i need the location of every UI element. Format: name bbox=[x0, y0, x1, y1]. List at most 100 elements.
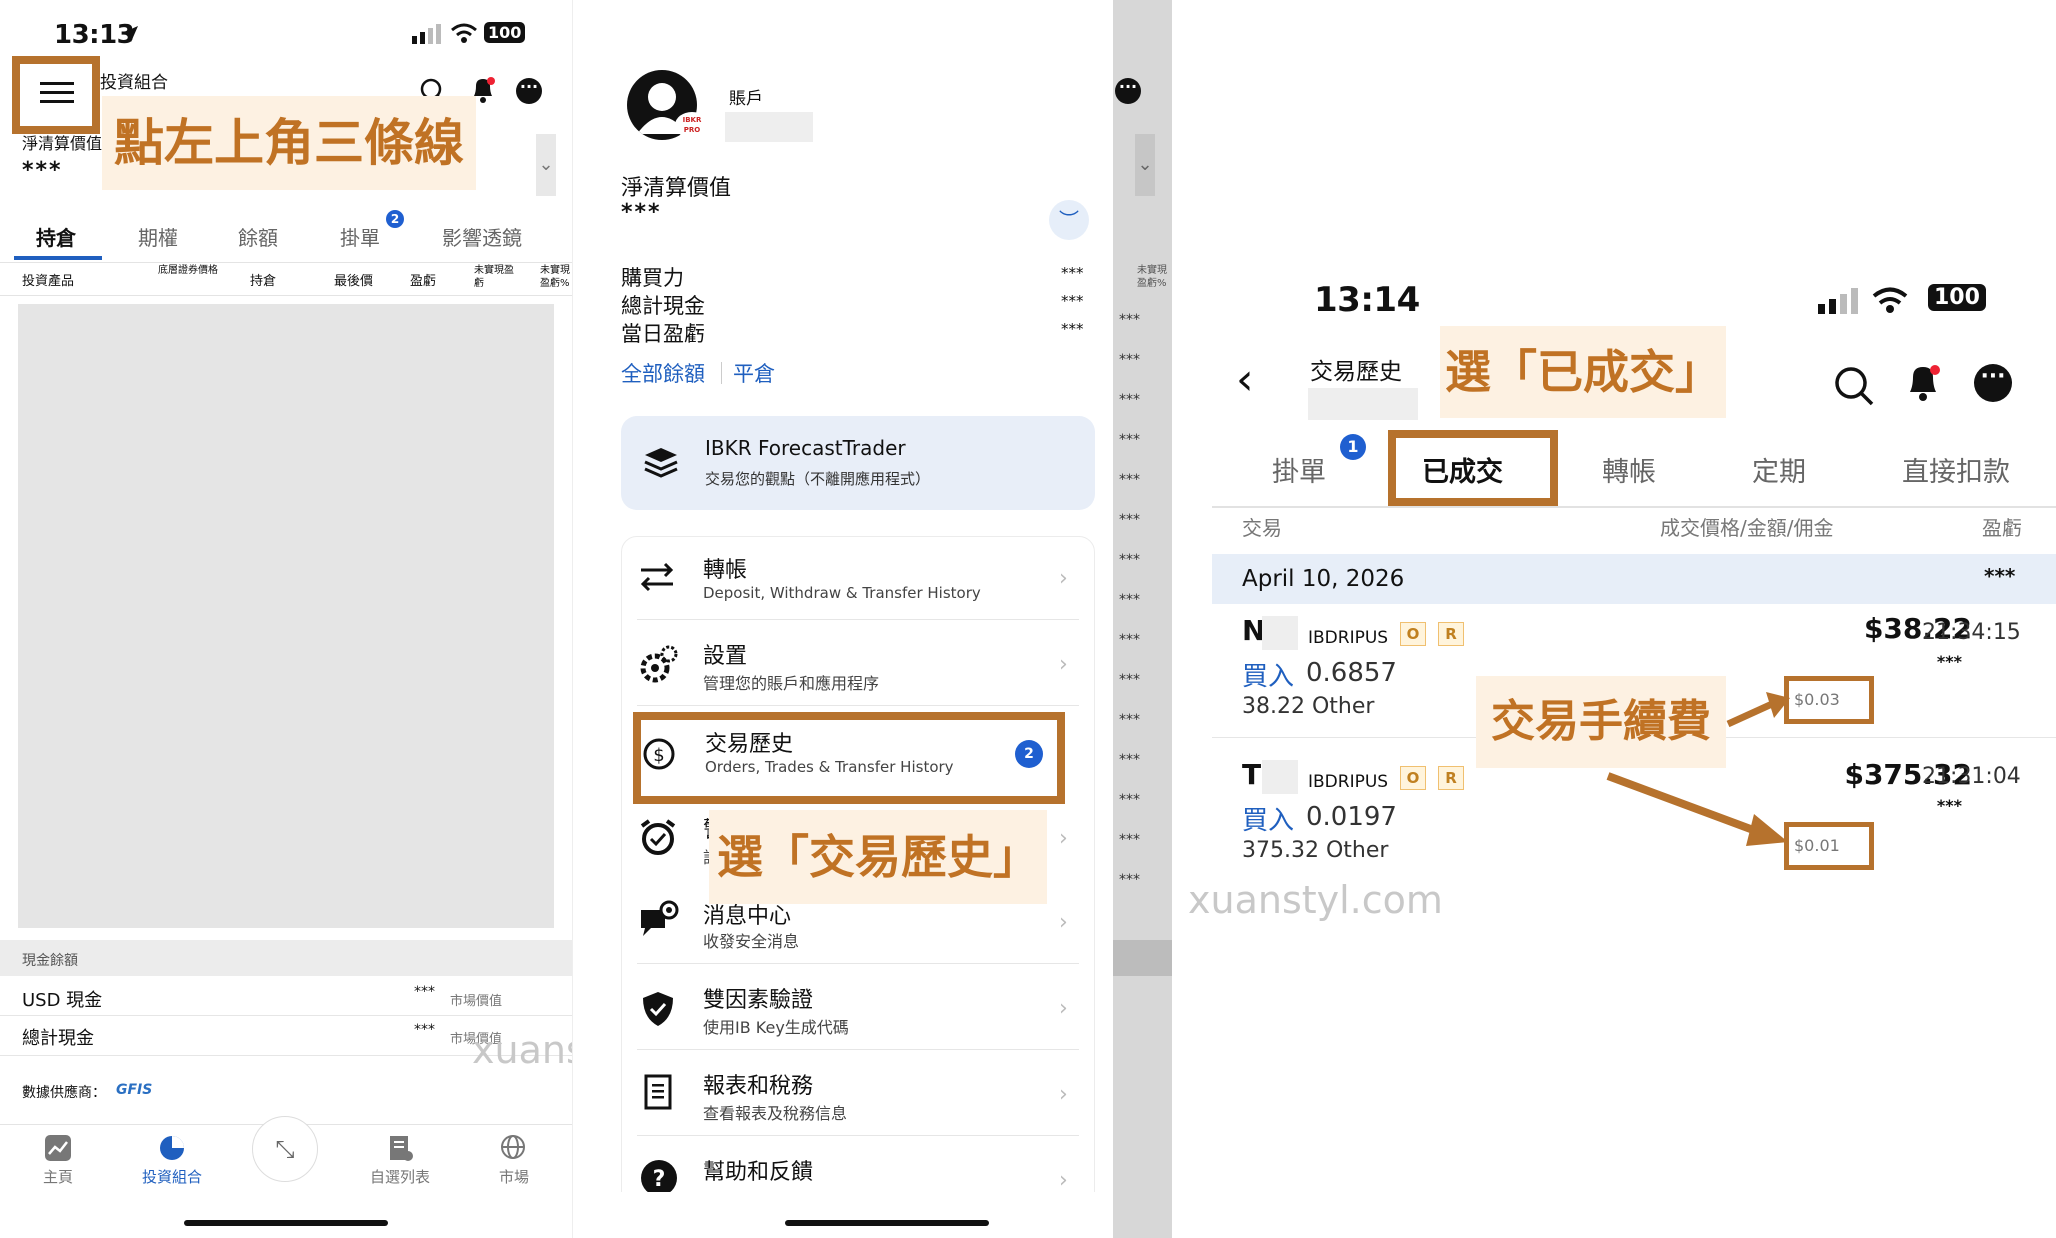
menu-item-subtitle: 管理您的賬戶和應用程序 bbox=[703, 674, 880, 693]
panel-portfolio: 13:13 100 投資組合 ··· 淨清算價值 *** ⌄ 點左上角三條線 持… bbox=[0, 0, 727, 1238]
shield-icon bbox=[643, 992, 673, 1026]
col-position[interactable]: 持倉 bbox=[250, 270, 276, 289]
col-last[interactable]: 最後價 bbox=[334, 270, 373, 289]
nav-label: 主頁 bbox=[42, 1168, 73, 1186]
strip-value: *** bbox=[1119, 512, 1140, 528]
nlv-value: *** bbox=[22, 158, 63, 183]
menu-item-subtitle: 查看報表及稅務信息 bbox=[703, 1104, 848, 1123]
transfer-icon bbox=[640, 562, 674, 592]
forecast-trader-card[interactable] bbox=[621, 416, 1095, 510]
pie-chart-icon bbox=[160, 1136, 184, 1160]
col-unrealized[interactable]: 未實現盈虧 bbox=[474, 264, 518, 290]
strip-value: *** bbox=[1119, 592, 1140, 608]
search-icon[interactable] bbox=[1834, 366, 1874, 406]
battery-indicator: 100 bbox=[484, 22, 526, 43]
nav-market[interactable]: 市場 bbox=[478, 1134, 550, 1187]
col-pnl[interactable]: 盈虧 bbox=[410, 270, 436, 289]
gear-icon bbox=[640, 645, 678, 683]
nav-watchlist[interactable]: 自選列表 bbox=[364, 1134, 436, 1187]
strip-more-icon: ··· bbox=[1115, 78, 1141, 104]
trade-fab[interactable]: ⤡ bbox=[252, 1116, 318, 1182]
cash-row-label: 總計現金 bbox=[22, 1028, 94, 1049]
col-product[interactable]: 投資產品 bbox=[22, 270, 74, 289]
back-chevron-icon[interactable]: ‹ bbox=[1236, 358, 1254, 402]
menu-item-subtitle: Orders, Trades & Transfer History bbox=[705, 758, 954, 776]
strip-value: *** bbox=[1119, 432, 1140, 448]
callout-fee: 交易手續費 bbox=[1476, 676, 1726, 768]
link-close-position[interactable]: 平倉 bbox=[733, 358, 775, 388]
data-provider-logo: GFIS bbox=[116, 1082, 153, 1098]
tab-active-underline bbox=[14, 256, 102, 260]
orders-badge: 2 bbox=[386, 210, 404, 228]
strip-value: *** bbox=[1119, 392, 1140, 408]
hide-values-eye-icon[interactable]: ︶ bbox=[1049, 200, 1089, 240]
trade-sub: 38.22 Other bbox=[1242, 694, 1375, 719]
nav-home[interactable]: 主頁 bbox=[22, 1134, 94, 1187]
account-id-redacted bbox=[1308, 388, 1418, 420]
strip-toggle: ⌄ bbox=[1135, 134, 1155, 196]
menu-item-title: 設置 bbox=[703, 644, 748, 669]
svg-text:$: $ bbox=[653, 745, 664, 766]
cash-row-value: *** bbox=[414, 1022, 435, 1038]
trade-tag: R bbox=[1438, 766, 1464, 790]
svg-text:?: ? bbox=[653, 1167, 666, 1192]
strip-value: *** bbox=[1119, 832, 1140, 848]
trade-tag: R bbox=[1438, 622, 1464, 646]
hamburger-menu-icon[interactable] bbox=[40, 80, 74, 106]
menu-item-subtitle: Deposit, Withdraw & Transfer History bbox=[703, 584, 981, 602]
strip-value: *** bbox=[1119, 312, 1140, 328]
trade-side: 買入 bbox=[1242, 662, 1295, 692]
screenshot-collage: 13:13 100 投資組合 ··· 淨清算價值 *** ⌄ 點左上角三條線 持… bbox=[0, 0, 2056, 1238]
layers-icon bbox=[644, 448, 678, 478]
account-label: 賬戶 bbox=[729, 89, 763, 109]
tab-balances[interactable]: 餘額 bbox=[238, 222, 278, 251]
cash-row-label: USD 現金 bbox=[22, 990, 103, 1011]
home-chart-icon bbox=[45, 1135, 71, 1161]
col-trade: 交易 bbox=[1242, 516, 1282, 540]
nav-label: 市場 bbox=[498, 1168, 529, 1186]
wifi-icon bbox=[1872, 287, 1908, 313]
stat-label: 總計現金 bbox=[621, 294, 705, 318]
tab-direct-debit[interactable]: 直接扣款 bbox=[1902, 450, 2010, 489]
tab-positions[interactable]: 持倉 bbox=[36, 222, 76, 251]
nav-portfolio[interactable]: 投資組合 bbox=[136, 1134, 208, 1187]
trade-qty: 0.0197 bbox=[1306, 802, 1397, 832]
globe-search-icon bbox=[501, 1135, 525, 1159]
message-icon bbox=[641, 900, 679, 936]
more-icon[interactable]: ··· bbox=[516, 78, 542, 104]
nav-label: 投資組合 bbox=[141, 1168, 202, 1186]
link-all-balances[interactable]: 全部餘額 bbox=[621, 358, 705, 388]
tab-orders[interactable]: 掛單 bbox=[340, 222, 380, 251]
chevron-right-icon: › bbox=[1059, 1168, 1068, 1193]
strip-col-header: 未實現盈虧% bbox=[1137, 265, 1167, 289]
strip-value: *** bbox=[1119, 552, 1140, 568]
col-unrealized-pct[interactable]: 未實現盈虧% bbox=[540, 264, 572, 290]
tab-options[interactable]: 期權 bbox=[138, 222, 178, 251]
cash-row-type: 市場價值 bbox=[450, 994, 503, 1009]
collapse-toggle[interactable]: ⌄ bbox=[536, 134, 556, 196]
cash-row-value: *** bbox=[414, 984, 435, 1000]
more-icon[interactable]: ··· bbox=[1974, 364, 2012, 402]
arrow-to-fee-1 bbox=[1726, 692, 1790, 728]
callout-filled-tab: 選「已成交」 bbox=[1440, 326, 1726, 418]
page-title: 交易歷史 bbox=[1310, 359, 1402, 385]
symbol-redacted bbox=[1262, 616, 1298, 650]
bell-icon[interactable] bbox=[1904, 362, 1942, 404]
tab-orders[interactable]: 掛單 bbox=[1272, 450, 1326, 489]
strip-value: *** bbox=[1119, 712, 1140, 728]
tab-recurring[interactable]: 定期 bbox=[1752, 450, 1806, 489]
tab-impact-lens[interactable]: 影響透鏡 bbox=[442, 222, 522, 251]
app-title: 投資組合 bbox=[100, 73, 168, 93]
chevron-right-icon: › bbox=[1059, 652, 1068, 677]
stat-value: *** bbox=[1061, 264, 1084, 282]
strip-value: *** bbox=[1119, 472, 1140, 488]
strip-values: *** *** *** *** *** *** *** *** *** *** … bbox=[1119, 300, 1140, 900]
menu-item-subtitle: 收發安全消息 bbox=[703, 932, 800, 951]
chevron-right-icon: › bbox=[1059, 826, 1068, 851]
tab-transfer[interactable]: 轉帳 bbox=[1602, 450, 1656, 489]
tab-filled[interactable]: 已成交 bbox=[1422, 450, 1503, 489]
date-value: *** bbox=[1984, 564, 2016, 588]
forecast-subtitle: 交易您的觀點（不離開應用程式） bbox=[705, 470, 931, 488]
col-underlying[interactable]: 底層證券價格 bbox=[158, 264, 218, 277]
strip-value: *** bbox=[1119, 352, 1140, 368]
